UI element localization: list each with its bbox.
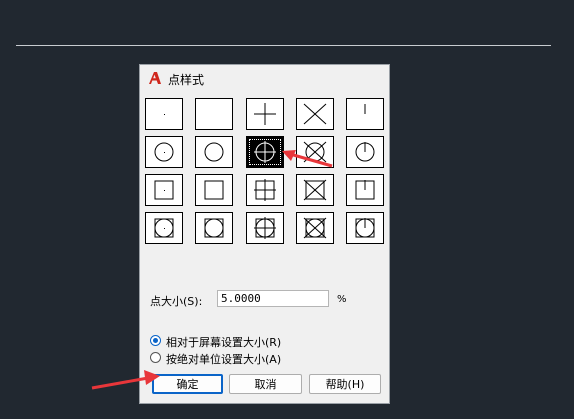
- point-style-glyph-icon: [204, 142, 224, 162]
- point-style-glyph-icon: [154, 142, 174, 162]
- point-style-circle-dot[interactable]: [145, 136, 183, 168]
- autocad-logo-icon: [149, 72, 161, 84]
- point-style-square-plus[interactable]: [246, 174, 284, 206]
- point-style-glyph-icon: [196, 99, 232, 129]
- annotation-arrow-ok: [91, 370, 160, 390]
- drawing-line: [16, 45, 551, 46]
- point-style-square-dot[interactable]: [145, 174, 183, 206]
- point-style-dot[interactable]: [145, 98, 183, 130]
- annotation-arrow-style: [282, 150, 333, 168]
- point-style-x[interactable]: [296, 98, 334, 130]
- point-style-glyph-icon: [355, 142, 375, 162]
- radio-relative-indicator[interactable]: [150, 335, 161, 346]
- point-style-circle-tick[interactable]: [346, 136, 384, 168]
- cancel-button[interactable]: 取消: [229, 374, 302, 394]
- percent-label: %: [337, 294, 347, 305]
- point-style-square-x[interactable]: [296, 174, 334, 206]
- radio-absolute-indicator[interactable]: [150, 352, 161, 363]
- point-style-square-circle-x[interactable]: [296, 212, 334, 244]
- point-style-circle[interactable]: [195, 136, 233, 168]
- point-style-glyph-icon: [204, 180, 224, 200]
- point-style-square-circle[interactable]: [195, 212, 233, 244]
- point-style-tick[interactable]: [346, 98, 384, 130]
- help-button[interactable]: 帮助(H): [309, 374, 381, 394]
- point-style-glyph-icon: [154, 218, 174, 238]
- point-style-square-tick[interactable]: [346, 174, 384, 206]
- point-style-none[interactable]: [195, 98, 233, 130]
- point-size-input[interactable]: 5.0000: [217, 290, 329, 307]
- point-style-glyph-icon: [355, 180, 375, 200]
- point-style-glyph-icon: [164, 114, 165, 115]
- point-style-glyph-icon: [303, 103, 327, 125]
- radio-absolute-label: 按绝对单位设置大小(A): [166, 353, 282, 366]
- point-style-glyph-icon: [303, 217, 327, 239]
- point-style-plus[interactable]: [246, 98, 284, 130]
- point-style-glyph-icon: [154, 180, 174, 200]
- radio-relative-label: 相对于屏幕设置大小(R): [166, 336, 282, 349]
- point-style-dialog: 点样式 点大小(S): 5.0000 % 相对于屏幕设置大小(R) 按绝对单位设…: [139, 64, 390, 404]
- point-style-glyph-icon: [254, 103, 276, 125]
- point-style-square[interactable]: [195, 174, 233, 206]
- point-style-glyph-icon: [364, 104, 366, 114]
- point-style-glyph-icon: [254, 217, 276, 239]
- point-style-glyph-icon: [254, 179, 276, 201]
- point-size-label: 点大小(S):: [150, 295, 203, 308]
- point-style-glyph-icon: [355, 218, 375, 238]
- dialog-title: 点样式: [168, 73, 205, 87]
- radio-absolute-units[interactable]: 按绝对单位设置大小(A): [150, 350, 385, 366]
- point-style-square-circle-plus[interactable]: [246, 212, 284, 244]
- point-style-square-circle-tick[interactable]: [346, 212, 384, 244]
- radio-relative-screen[interactable]: 相对于屏幕设置大小(R): [150, 333, 385, 349]
- point-style-glyph-icon: [303, 179, 327, 201]
- point-style-glyph-icon: [204, 218, 224, 238]
- point-style-square-circle-dot[interactable]: [145, 212, 183, 244]
